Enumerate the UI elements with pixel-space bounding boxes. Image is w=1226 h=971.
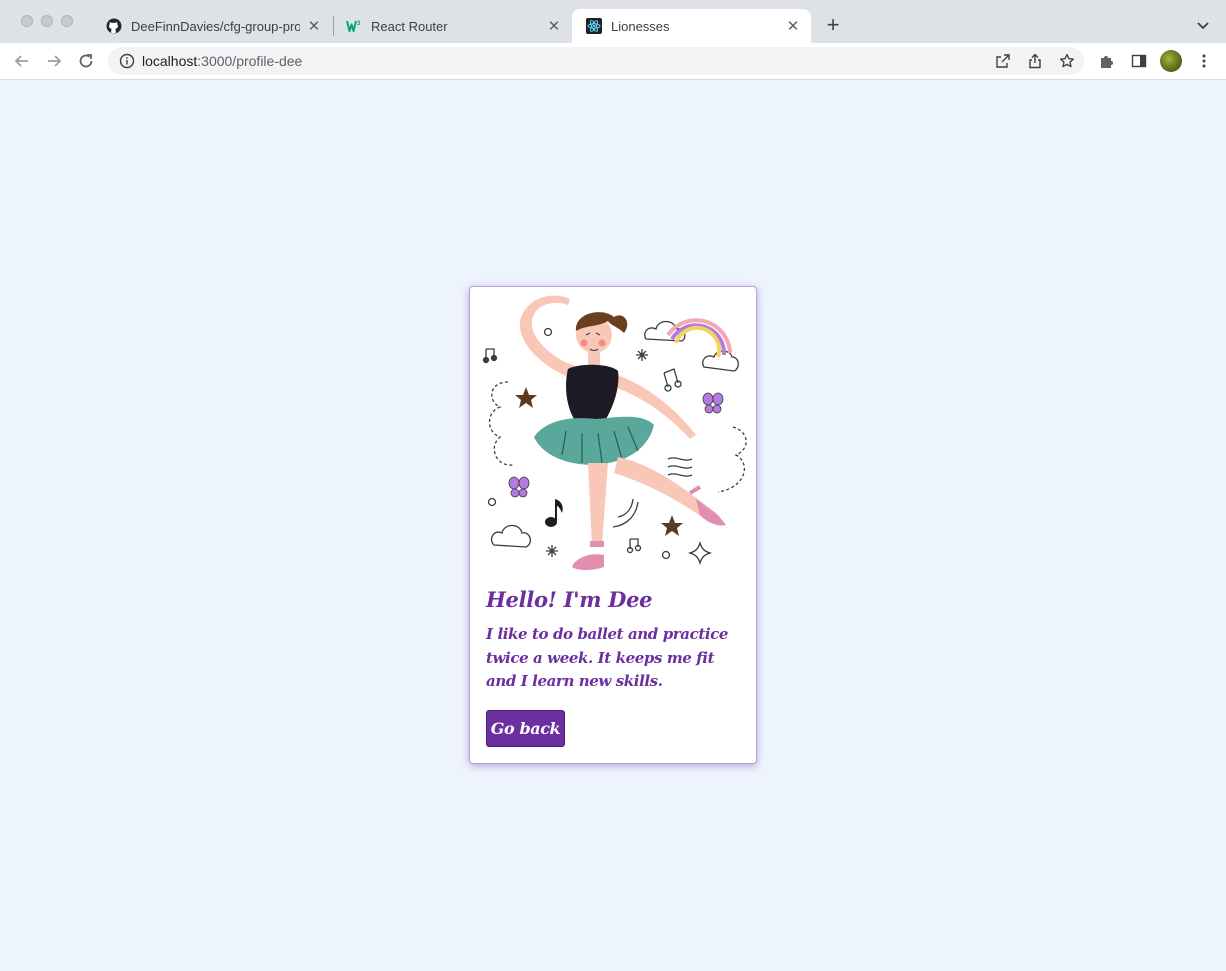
open-in-window-icon[interactable] bbox=[995, 53, 1011, 69]
tab-title: React Router bbox=[371, 18, 448, 34]
url-text: localhost:3000/profile-dee bbox=[142, 53, 302, 69]
side-panel-icon[interactable] bbox=[1130, 52, 1148, 70]
go-back-button[interactable]: Go back bbox=[486, 710, 565, 747]
profile-avatar[interactable] bbox=[1160, 50, 1182, 72]
address-bar[interactable]: localhost:3000/profile-dee bbox=[108, 47, 1084, 75]
profile-bio: I like to do ballet and practice twice a… bbox=[486, 625, 729, 690]
tab-react-router[interactable]: 3 React Router ✕ bbox=[332, 9, 572, 43]
kebab-menu-icon[interactable] bbox=[1195, 52, 1213, 70]
close-tab-icon[interactable]: ✕ bbox=[306, 18, 322, 35]
music-note-icon bbox=[545, 499, 563, 527]
new-tab-button[interactable]: + bbox=[822, 14, 844, 36]
url-host: localhost bbox=[142, 53, 198, 69]
tab-title: Lionesses bbox=[611, 18, 670, 34]
back-arrow-icon[interactable] bbox=[12, 51, 32, 71]
close-tab-icon[interactable]: ✕ bbox=[785, 18, 801, 35]
tab-lionesses[interactable]: Lionesses ✕ bbox=[572, 9, 811, 43]
tab-title: DeeFinnDavies/cfg-group-proje bbox=[131, 18, 300, 34]
page-viewport: Hello! I'm Dee I like to do ballet and p… bbox=[0, 80, 1226, 971]
star-bookmark-icon[interactable] bbox=[1059, 53, 1075, 69]
forward-arrow-icon[interactable] bbox=[44, 51, 64, 71]
ballerina-illustration bbox=[482, 295, 747, 570]
github-icon bbox=[106, 18, 122, 34]
close-window-button[interactable] bbox=[21, 15, 33, 27]
rainbow-doodle bbox=[666, 318, 732, 358]
react-icon bbox=[586, 18, 602, 34]
info-icon[interactable] bbox=[119, 53, 135, 69]
close-tab-icon[interactable]: ✕ bbox=[546, 18, 562, 35]
tab-github[interactable]: DeeFinnDavies/cfg-group-proje ✕ bbox=[92, 9, 332, 43]
minimize-window-button[interactable] bbox=[41, 15, 53, 27]
share-icon[interactable] bbox=[1027, 53, 1043, 69]
chevron-down-icon[interactable] bbox=[1194, 16, 1212, 34]
w3schools-icon: 3 bbox=[346, 18, 362, 34]
browser-window: DeeFinnDavies/cfg-group-proje ✕ 3 React … bbox=[0, 0, 1226, 971]
tab-strip: DeeFinnDavies/cfg-group-proje ✕ 3 React … bbox=[0, 0, 1226, 43]
extensions-puzzle-icon[interactable] bbox=[1098, 52, 1116, 70]
browser-toolbar: localhost:3000/profile-dee bbox=[0, 43, 1226, 80]
reload-icon[interactable] bbox=[76, 51, 96, 71]
url-path: :3000/profile-dee bbox=[197, 53, 303, 69]
profile-heading: Hello! I'm Dee bbox=[486, 587, 653, 612]
maximize-window-button[interactable] bbox=[61, 15, 73, 27]
profile-card: Hello! I'm Dee I like to do ballet and p… bbox=[469, 286, 757, 764]
ballerina-figure bbox=[519, 295, 726, 570]
svg-text:3: 3 bbox=[357, 21, 361, 27]
